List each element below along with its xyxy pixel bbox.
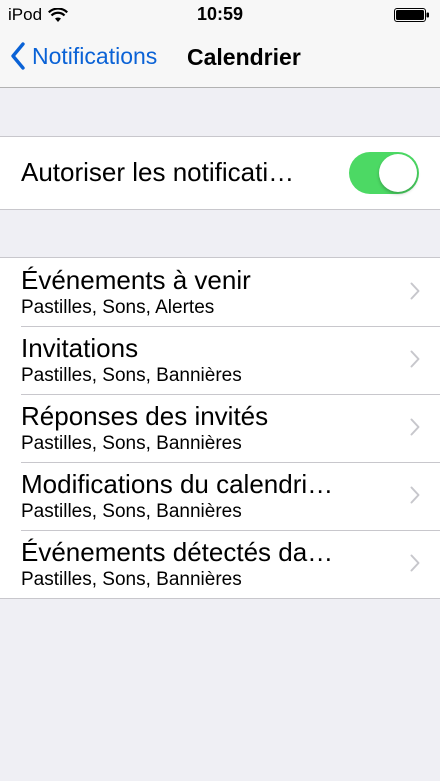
list-item-subtitle: Pastilles, Sons, Bannières [21,501,242,522]
allow-notifications-group: Autoriser les notificati… [0,136,440,210]
switch-knob [379,154,417,192]
list-item-title: Invitations [21,333,139,363]
chevron-right-icon [410,350,420,368]
allow-notifications-label: Autoriser les notificati… [21,157,295,187]
allow-notifications-switch[interactable] [349,152,419,194]
back-button-label: Notifications [32,42,158,69]
list-item-invitee-responses[interactable]: Réponses des invités Pastilles, Sons, Ba… [0,394,440,462]
list-item-title: Réponses des invités [21,401,269,431]
status-time: 10:59 [196,4,244,24]
allow-notifications-row: Autoriser les notificati… [0,137,440,209]
status-bar: iPod 10:59 [0,0,440,30]
battery-icon [394,8,429,22]
list-item-invitations[interactable]: Invitations Pastilles, Sons, Bannières [0,326,440,394]
chevron-right-icon [410,418,420,436]
list-item-detected-events[interactable]: Événements détectés da… Pastilles, Sons,… [0,530,440,598]
list-item-title: Événements détectés da… [21,537,334,567]
list-item-subtitle: Pastilles, Sons, Bannières [21,569,242,590]
navigation-bar: Notifications Calendrier [0,30,440,88]
list-item-subtitle: Pastilles, Sons, Alertes [21,297,215,318]
chevron-right-icon [410,282,420,300]
list-item-title: Modifications du calendri… [21,469,334,499]
back-button[interactable]: Notifications [10,42,157,70]
chevron-right-icon [410,486,420,504]
page-title: Calendrier [187,44,301,70]
alert-types-list: Événements à venir Pastilles, Sons, Aler… [0,257,440,599]
chevron-left-icon [11,42,25,70]
list-item-upcoming-events[interactable]: Événements à venir Pastilles, Sons, Aler… [0,258,440,326]
chevron-right-icon [410,554,420,572]
list-item-title: Événements à venir [21,265,251,295]
list-item-calendar-changes[interactable]: Modifications du calendri… Pastilles, So… [0,462,440,530]
list-item-subtitle: Pastilles, Sons, Bannières [21,433,242,454]
list-item-subtitle: Pastilles, Sons, Bannières [21,365,242,386]
